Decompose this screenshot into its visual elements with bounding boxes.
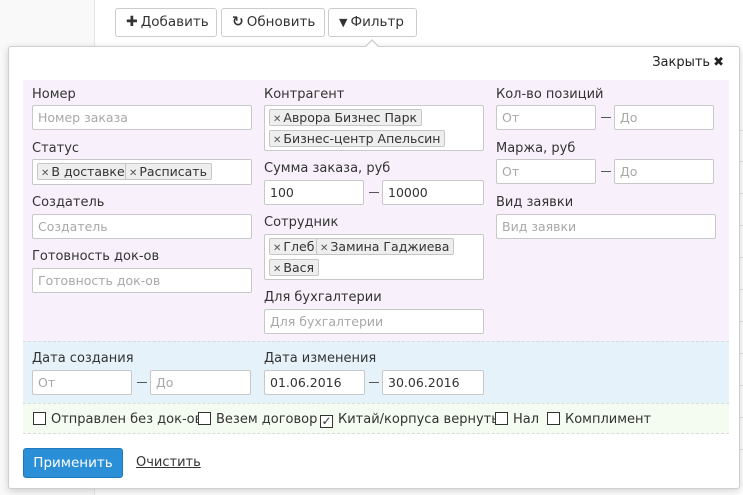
filter-button[interactable]: ▼ Фильтр bbox=[328, 8, 417, 37]
refresh-icon: ↻ bbox=[232, 14, 244, 30]
docs-ready-label: Готовность док-ов bbox=[32, 249, 160, 264]
modified-date-from-input[interactable]: 01.06.2016 bbox=[264, 370, 365, 395]
checkbox-bring-contract[interactable]: Везем договор bbox=[198, 412, 317, 427]
checkbox-compliment[interactable]: Комплимент bbox=[547, 412, 651, 427]
apply-button[interactable]: Применить bbox=[23, 448, 123, 478]
status-label: Статус bbox=[32, 141, 80, 156]
refresh-button[interactable]: ↻ Обновить bbox=[221, 8, 325, 37]
checkbox-cash[interactable]: Нал bbox=[495, 412, 539, 427]
request-type-input[interactable]: Вид заявки bbox=[496, 214, 716, 239]
positions-from-input[interactable]: От bbox=[496, 105, 596, 130]
range-dash bbox=[601, 117, 611, 118]
add-button-label: Добавить bbox=[140, 14, 209, 30]
order-sum-label: Сумма заказа, руб bbox=[264, 161, 391, 176]
close-filter-button[interactable]: Закрыть ✖ bbox=[652, 55, 724, 70]
order-number-input[interactable]: Номер заказа bbox=[32, 105, 252, 130]
range-dash bbox=[137, 382, 147, 383]
refresh-button-label: Обновить bbox=[246, 14, 316, 30]
modified-date-label: Дата изменения bbox=[264, 351, 377, 366]
status-tag[interactable]: ✕ В доставке bbox=[37, 163, 130, 180]
funnel-icon: ▼ bbox=[339, 16, 348, 29]
employee-label: Сотрудник bbox=[264, 215, 339, 230]
margin-label: Маржа, руб bbox=[496, 141, 576, 156]
range-dash bbox=[601, 171, 611, 172]
remove-tag-icon[interactable]: ✕ bbox=[273, 114, 281, 125]
checkbox-china-return[interactable]: ✓ Китай/корпуса вернуть bbox=[320, 412, 499, 428]
remove-tag-icon[interactable]: ✕ bbox=[41, 168, 49, 179]
order-sum-to-input[interactable]: 10000 bbox=[382, 180, 484, 205]
margin-to-input[interactable]: До bbox=[614, 159, 714, 184]
status-multiselect[interactable]: ✕ В доставке ✕ Расписать bbox=[32, 159, 252, 185]
checkbox-sent-without-docs[interactable]: Отправлен без док-ов bbox=[33, 412, 202, 427]
request-type-label: Вид заявки bbox=[496, 195, 574, 210]
status-tag[interactable]: ✕ Расписать bbox=[125, 163, 212, 180]
accounting-input[interactable]: Для бухгалтерии bbox=[264, 309, 484, 334]
checkbox-box[interactable] bbox=[198, 412, 211, 425]
clear-link[interactable]: Очистить bbox=[136, 455, 201, 470]
margin-from-input[interactable]: От bbox=[496, 159, 596, 184]
remove-tag-icon[interactable]: ✕ bbox=[273, 264, 281, 275]
employee-tag[interactable]: ✕ Вася bbox=[269, 259, 320, 276]
positions-to-input[interactable]: До bbox=[614, 105, 714, 130]
docs-ready-input[interactable]: Готовность док-ов bbox=[32, 268, 252, 293]
counterparty-tag[interactable]: ✕ Бизнес-центр Апельсин bbox=[269, 130, 446, 147]
plus-icon: ✚ bbox=[126, 14, 138, 30]
employee-tag[interactable]: ✕ Замина Гаджиева bbox=[316, 238, 455, 255]
creator-label: Создатель bbox=[32, 195, 105, 210]
positions-count-label: Кол-во позиций bbox=[496, 87, 604, 102]
checkbox-box[interactable] bbox=[495, 412, 508, 425]
range-dash bbox=[369, 382, 379, 383]
checkbox-box[interactable] bbox=[547, 412, 560, 425]
filter-button-label: Фильтр bbox=[350, 14, 404, 30]
number-label: Номер bbox=[32, 87, 76, 102]
remove-tag-icon[interactable]: ✕ bbox=[273, 135, 281, 146]
counterparty-multiselect[interactable]: ✕ Аврора Бизнес Парк ✕ Бизнес-центр Апельс… bbox=[264, 105, 484, 151]
checkmark-icon[interactable]: ✓ bbox=[320, 415, 333, 428]
created-date-from-input[interactable]: От bbox=[32, 370, 132, 395]
close-icon: ✖ bbox=[713, 55, 724, 70]
checkbox-box[interactable] bbox=[33, 412, 46, 425]
popover-arrow-fill bbox=[365, 41, 379, 48]
filter-panel: Закрыть ✖ Номер Номер заказа Статус ✕ В до… bbox=[8, 46, 740, 489]
modified-date-to-input[interactable]: 30.06.2016 bbox=[382, 370, 484, 395]
created-date-to-input[interactable]: До bbox=[150, 370, 251, 395]
accounting-label: Для бухгалтерии bbox=[264, 290, 382, 305]
remove-tag-icon[interactable]: ✕ bbox=[129, 168, 137, 179]
created-date-label: Дата создания bbox=[32, 351, 134, 366]
add-button[interactable]: ✚ Добавить bbox=[115, 8, 217, 37]
close-label: Закрыть bbox=[652, 55, 711, 70]
employee-multiselect[interactable]: ✕ Глеб ✕ Замина Гаджиева ✕ Вася bbox=[264, 234, 484, 280]
remove-tag-icon[interactable]: ✕ bbox=[273, 243, 281, 254]
order-sum-from-input[interactable]: 100 bbox=[264, 180, 364, 205]
employee-tag[interactable]: ✕ Глеб bbox=[269, 238, 320, 255]
counterparty-label: Контрагент bbox=[264, 87, 345, 102]
counterparty-tag[interactable]: ✕ Аврора Бизнес Парк bbox=[269, 109, 423, 126]
remove-tag-icon[interactable]: ✕ bbox=[320, 243, 328, 254]
creator-input[interactable]: Создатель bbox=[32, 214, 252, 239]
range-dash bbox=[369, 192, 379, 193]
